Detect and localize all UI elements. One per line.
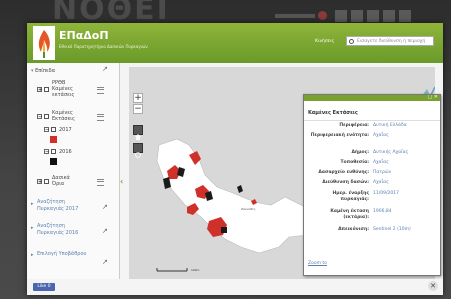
map-viewer-modal: ΕΠαΔοΠ Εθνικό Παρατηρητήριο Δασικών Πυρκ…	[27, 23, 443, 295]
popup-key: Τοποθεσία:	[340, 160, 369, 165]
sidebar-link-line: Αναζήτηση	[37, 223, 65, 229]
sidebar-link-line: Πυρκαγιάς 2017	[37, 206, 79, 212]
app-subtitle: Εθνικό Παρατηρητήριο Δασικών Πυρκαγιών	[59, 44, 148, 49]
layer-label: 2016	[59, 149, 72, 155]
layer-checkbox[interactable]	[44, 179, 49, 184]
popup-value: Δυτική Ελλάδα	[373, 123, 407, 128]
sidebar-link-label: Επιλογή Υποβάθρου	[37, 251, 87, 257]
background-icon	[351, 10, 363, 22]
layer-checkbox[interactable]	[51, 127, 56, 132]
layers-heading-label: Επίπεδα	[35, 68, 56, 74]
popup-value: 1906,84	[373, 209, 392, 214]
sidebar-link-label: Αναζήτηση Πυρκαγιάς 2017	[37, 199, 78, 213]
layer-label-line: Εκτάσεις	[52, 116, 75, 122]
place-label: Ζάκυνθος	[241, 207, 256, 211]
collapse-icon[interactable]: −	[37, 114, 42, 120]
layer-label: Καμένες Εκτάσεις	[52, 110, 75, 122]
layers-heading[interactable]: ▾ Επίπεδα	[31, 68, 55, 74]
collapse-icon: ▾	[31, 68, 34, 74]
burned-area-2016[interactable]	[237, 185, 243, 193]
popup-key: Ημερ. έναρξης πυρκαγιάς:	[332, 191, 370, 202]
burned-area-2016[interactable]	[221, 227, 227, 233]
popup-close-icon[interactable]: □ ✕	[427, 95, 438, 100]
share-icon[interactable]: ↗	[102, 258, 108, 266]
sidebar-link-line: Αναζήτηση	[37, 199, 65, 205]
popup-titlebar: □ ✕	[304, 95, 440, 101]
island-shape	[156, 138, 316, 254]
background-icons	[335, 10, 411, 22]
popup-value: 11/09/2017	[373, 191, 399, 196]
share-icon[interactable]: ↗	[102, 203, 108, 211]
expand-icon[interactable]: +	[37, 179, 42, 185]
layer-checkbox[interactable]	[44, 114, 49, 119]
collapse-icon[interactable]: −	[44, 149, 49, 155]
sidebar-link-label: Αναζήτηση Πυρκαγιάς 2016	[37, 223, 78, 237]
layer-menu-icon[interactable]	[97, 87, 104, 94]
search-icon	[349, 39, 354, 44]
feature-popup: □ ✕ Καμένες Εκτάσεις Περιφέρεια: Δυτική …	[303, 94, 441, 276]
layer-label: ΡΡΘΒ Καμένες εκτάσεις	[52, 80, 74, 98]
layer-checkbox[interactable]	[51, 149, 56, 154]
popup-key: Καμένη έκταση (εκτάρια):	[330, 209, 369, 220]
zoom-out-button[interactable]: −	[133, 104, 143, 114]
popup-value: Αχαΐας	[373, 160, 389, 165]
popup-value: Αχαΐας	[373, 133, 389, 138]
legend-swatch	[50, 158, 57, 165]
search-input[interactable]: Εισαγετε διεύθυνση ή περιοχή	[346, 36, 434, 46]
locate-button[interactable]	[133, 143, 143, 158]
facebook-like-button[interactable]: Like 0	[33, 283, 55, 291]
app-header: ΕΠαΔοΠ Εθνικό Παρατηρητήριο Δασικών Πυρκ…	[27, 23, 443, 63]
popup-title: Καμένες Εκτάσεις	[304, 101, 440, 121]
zoom-in-button[interactable]: +	[133, 93, 143, 103]
background-icon	[399, 10, 411, 22]
layer-label: Δασικά Όρια	[52, 175, 70, 187]
layer-label-line: Όρια	[52, 181, 65, 187]
close-button[interactable]: ✕	[428, 281, 438, 291]
background-icon	[335, 10, 347, 22]
layer-checkbox[interactable]	[44, 87, 49, 92]
layer-label-line: εκτάσεις	[52, 92, 75, 98]
popup-key: Περιφέρεια:	[339, 123, 369, 128]
legend-swatch	[50, 136, 57, 143]
popup-key: Απεικόνιση:	[338, 227, 369, 232]
bullet-icon: ▸	[31, 252, 34, 258]
expand-icon[interactable]: +	[37, 87, 42, 93]
popup-value: Πατρών	[373, 170, 392, 175]
scale-label: 10km	[191, 268, 200, 272]
background-icon	[367, 10, 379, 22]
zoom-to-link[interactable]: Zoom to	[308, 261, 327, 266]
popup-key: Διεύθυνση δασών:	[322, 180, 369, 185]
popup-key: Δήμος:	[351, 150, 369, 155]
popup-value: Αχαΐας	[373, 180, 389, 185]
bullet-icon: ▸	[31, 201, 34, 207]
background-status-dot	[318, 11, 327, 20]
modal-footer: Like 0 ✕	[27, 279, 443, 295]
background-icon	[383, 10, 395, 22]
search-label: Κινήσεις	[315, 39, 335, 44]
locate-icon	[135, 152, 141, 158]
popup-key: Δασαρχείο ευθύνης:	[318, 170, 369, 175]
layer-menu-icon[interactable]	[97, 179, 104, 186]
layer-menu-icon[interactable]	[97, 114, 104, 121]
share-icon[interactable]: ↗	[102, 227, 108, 235]
app-title: ΕΠαΔοΠ	[59, 29, 109, 42]
search-placeholder: Εισαγετε διεύθυνση ή περιοχή	[357, 39, 426, 44]
collapse-sidebar-icon[interactable]: ‹	[120, 177, 123, 186]
collapse-icon[interactable]: −	[44, 127, 49, 133]
background-bar	[275, 14, 315, 18]
app-logo-icon	[33, 26, 55, 60]
layer-label: 2017	[59, 127, 72, 133]
home-button[interactable]	[133, 125, 143, 140]
popup-value: Δυτικής Αχαΐας	[373, 150, 409, 155]
bullet-icon: ▸	[31, 225, 34, 231]
sidebar-link-line: Πυρκαγιάς 2016	[37, 230, 79, 236]
popup-value: Sentinel 2 (10m)	[373, 227, 411, 232]
home-icon	[135, 134, 141, 140]
layers-sidebar: ▾ Επίπεδα ↗ + ΡΡΘΒ Καμένες εκτάσεις − Κα…	[27, 63, 120, 279]
share-icon[interactable]: ↗	[102, 65, 108, 73]
popup-key: Περιφερειακή ενότητα:	[310, 133, 369, 138]
